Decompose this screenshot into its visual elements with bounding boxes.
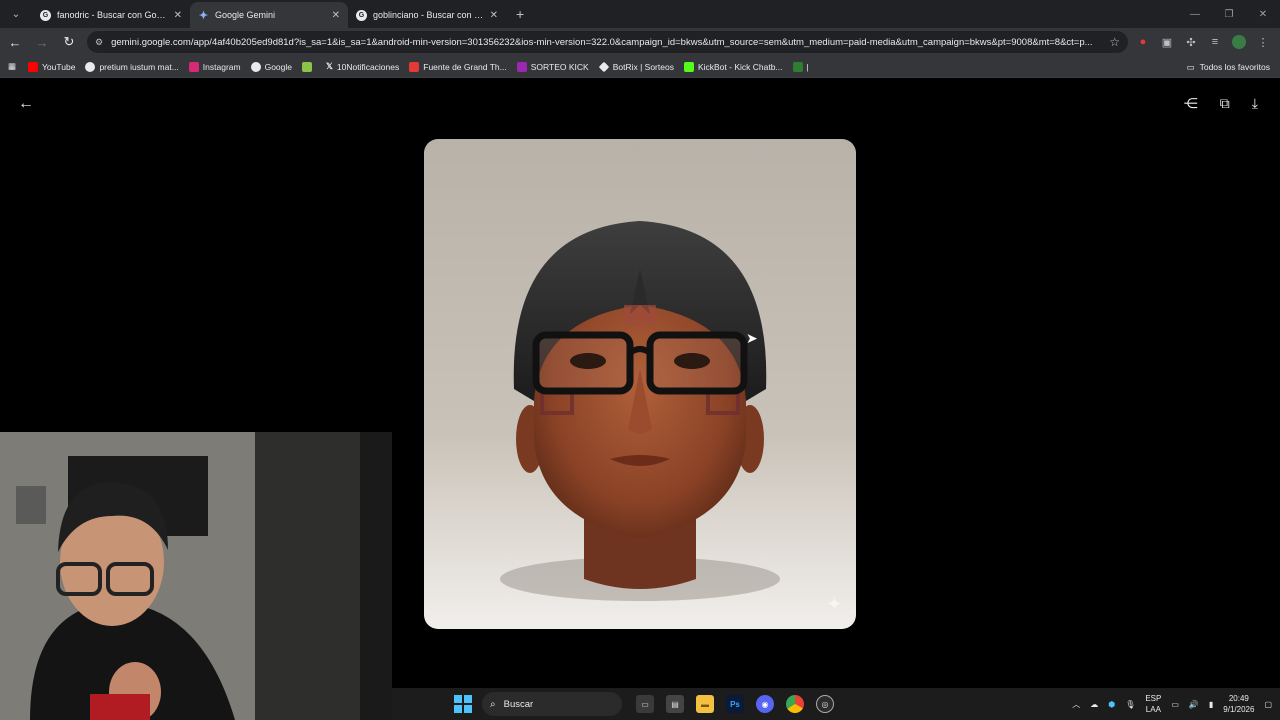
instagram-icon: [188, 61, 199, 72]
apps-grid-icon[interactable]: ▦: [8, 61, 16, 72]
download-icon[interactable]: ⤓: [1252, 95, 1258, 112]
tab-title: fanodric - Buscar con Google: [57, 10, 170, 20]
globe-icon: [85, 61, 96, 72]
multicolor-icon: [302, 61, 313, 72]
webcam-feed: [0, 432, 392, 720]
language-indicator[interactable]: ESP LAA: [1145, 693, 1161, 715]
tab-2[interactable]: G goblinciano - Buscar con Google ✕: [348, 2, 506, 28]
tab-strip: ⌄ G fanodric - Buscar con Google ✕ ✦ Goo…: [0, 0, 1280, 28]
toolbar: ← → ↻ ⚙ gemini.google.com/app/4af40b205e…: [0, 28, 1280, 56]
google-icon: G: [356, 9, 367, 21]
youtube-icon: [28, 61, 39, 72]
security-icon[interactable]: ⬢: [1108, 700, 1115, 709]
tab-0[interactable]: G fanodric - Buscar con Google ✕: [32, 2, 190, 28]
discord-icon[interactable]: ◉: [756, 695, 774, 713]
file-explorer-icon[interactable]: ▬: [696, 695, 714, 713]
extension-box-icon[interactable]: ▣: [1160, 35, 1174, 49]
window-controls: — ❐ ✕: [1178, 0, 1280, 28]
bookmarks-bar: ▦ YouTube pretium iustum mat... Instagra…: [0, 56, 1280, 78]
font-icon: [409, 61, 420, 72]
tab-title: goblinciano - Buscar con Google: [373, 10, 486, 20]
tray-overflow-icon[interactable]: ︿: [1072, 699, 1080, 710]
diamond-icon: [598, 61, 609, 72]
task-view-icon[interactable]: ▭: [636, 695, 654, 713]
tab-search-button[interactable]: ⌄: [4, 2, 28, 26]
bookmark-sorteo-kick[interactable]: SORTEO KICK: [516, 61, 589, 72]
extensions-area: ● ▣ ✣ ≡ ⋮: [1136, 35, 1270, 49]
bookmark-x-notifications[interactable]: 𝕏 10Notificaciones: [326, 61, 399, 72]
address-bar[interactable]: ⚙ gemini.google.com/app/4af40b205ed9d81d…: [87, 31, 1128, 53]
bookmark-14[interactable]: |: [792, 61, 809, 72]
site-info-icon[interactable]: ⚙: [95, 37, 103, 48]
all-bookmarks[interactable]: ▭ Todos los favoritos: [1187, 56, 1270, 78]
url-text[interactable]: gemini.google.com/app/4af40b205ed9d81d?i…: [111, 37, 1103, 48]
bookmark-instagram[interactable]: Instagram: [188, 61, 241, 72]
close-tab-icon[interactable]: ✕: [490, 10, 498, 21]
green-badge-icon: [792, 61, 803, 72]
maximize-icon[interactable]: ❐: [1212, 0, 1246, 28]
share-icon[interactable]: ⋲: [1184, 95, 1198, 112]
back-arrow-icon[interactable]: ←: [18, 95, 34, 113]
close-tab-icon[interactable]: ✕: [174, 10, 182, 21]
generated-image[interactable]: ✦: [424, 139, 856, 629]
search-label: Buscar: [503, 698, 534, 710]
volume-icon[interactable]: 🔊: [1189, 700, 1199, 709]
bust-illustration: [500, 221, 780, 601]
copy-icon[interactable]: ⧉: [1220, 95, 1230, 112]
extension-red-icon[interactable]: ●: [1136, 35, 1150, 49]
mouse-cursor-icon: ➤: [746, 330, 758, 346]
new-tab-button[interactable]: +: [516, 6, 524, 22]
profile-avatar-icon[interactable]: [1232, 35, 1246, 49]
chrome-icon[interactable]: [786, 695, 804, 713]
bookmark-pretium[interactable]: pretium iustum mat...: [85, 61, 179, 72]
taskbar-search[interactable]: ⌕ Buscar: [482, 692, 622, 716]
bookmark-unnamed[interactable]: [302, 61, 316, 72]
system-tray: ︿ ☁ ⬢ 🎙 ESP LAA ▭ 🔊 ▮ 20:49 9/1/2026 ▢: [1072, 688, 1272, 720]
taskbar-apps: ▭ ▤ ▬ Ps ◉ ◎: [636, 695, 834, 713]
onedrive-icon[interactable]: ☁: [1090, 700, 1098, 709]
reload-icon[interactable]: ↻: [57, 30, 81, 54]
gemini-sparkle-icon: ✦: [826, 594, 842, 614]
windows-start-icon[interactable]: [454, 695, 472, 713]
menu-icon[interactable]: ⋮: [1256, 35, 1270, 49]
back-icon[interactable]: ←: [3, 30, 27, 54]
bookmark-botrix[interactable]: BotRix | Sorteos: [598, 61, 674, 72]
windows-taskbar: ⌕ Buscar ▭ ▤ ▬ Ps ◉ ◎ ︿ ☁ ⬢ 🎙 ESP LAA ▭ …: [392, 688, 1280, 720]
bookmark-star-icon[interactable]: ☆: [1109, 35, 1120, 49]
folder-icon: ▭: [1186, 61, 1195, 72]
battery-icon[interactable]: ▮: [1209, 700, 1213, 709]
bookmark-gta-font[interactable]: Fuente de Grand Th...: [409, 61, 507, 72]
microphone-icon[interactable]: 🎙: [1125, 700, 1135, 709]
bookmark-youtube[interactable]: YouTube: [28, 61, 75, 72]
clock[interactable]: 20:49 9/1/2026: [1223, 693, 1254, 715]
google-icon: [250, 61, 261, 72]
notification-icon[interactable]: ▢: [1264, 700, 1272, 709]
tab-title: Google Gemini: [215, 10, 276, 20]
tab-1[interactable]: ✦ Google Gemini ✕: [190, 2, 348, 28]
google-icon: G: [40, 9, 51, 21]
widgets-icon[interactable]: ▤: [666, 695, 684, 713]
forward-icon[interactable]: →: [30, 30, 54, 54]
close-tab-icon[interactable]: ✕: [332, 10, 340, 21]
close-window-icon[interactable]: ✕: [1246, 0, 1280, 28]
display-icon[interactable]: ▭: [1171, 700, 1179, 709]
bookmark-google[interactable]: Google: [250, 61, 292, 72]
photoshop-icon[interactable]: Ps: [726, 695, 744, 713]
search-icon: ⌕: [490, 698, 496, 710]
extensions-puzzle-icon[interactable]: ✣: [1184, 35, 1198, 49]
kickbot-icon: [683, 61, 694, 72]
x-icon: 𝕏: [326, 61, 333, 71]
webcam-overlay: [0, 432, 392, 720]
media-control-icon[interactable]: ≡: [1208, 35, 1222, 49]
bookmark-kickbot[interactable]: KickBot - Kick Chatb...: [683, 61, 783, 72]
viewer-toolbar: ⋲ ⧉ ⤓: [1184, 95, 1258, 112]
minimize-icon[interactable]: —: [1178, 0, 1212, 28]
kick-icon: [516, 61, 527, 72]
gemini-icon: ✦: [198, 9, 209, 22]
obs-icon[interactable]: ◎: [816, 695, 834, 713]
